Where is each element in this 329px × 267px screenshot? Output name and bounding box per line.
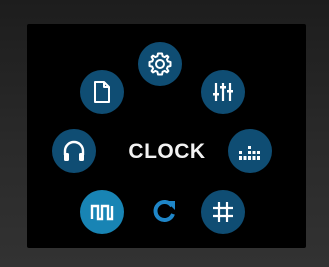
gear-icon — [147, 51, 173, 77]
headphones-icon — [61, 139, 87, 163]
equalizer-button[interactable] — [228, 129, 272, 173]
sliders-icon — [210, 80, 236, 104]
equalizer-icon — [237, 140, 263, 162]
reset-button[interactable] — [148, 196, 182, 230]
mixer-button[interactable] — [201, 70, 245, 114]
settings-button[interactable] — [138, 42, 182, 86]
clock-wave-button[interactable] — [80, 190, 124, 234]
grid-button[interactable] — [201, 190, 245, 234]
headphones-button[interactable] — [52, 129, 96, 173]
grid-icon — [211, 200, 235, 224]
center-mode-label: CLOCK — [128, 140, 206, 163]
document-button[interactable] — [80, 70, 124, 114]
square-wave-icon — [89, 201, 115, 223]
document-icon — [91, 80, 113, 104]
refresh-icon — [151, 197, 179, 230]
